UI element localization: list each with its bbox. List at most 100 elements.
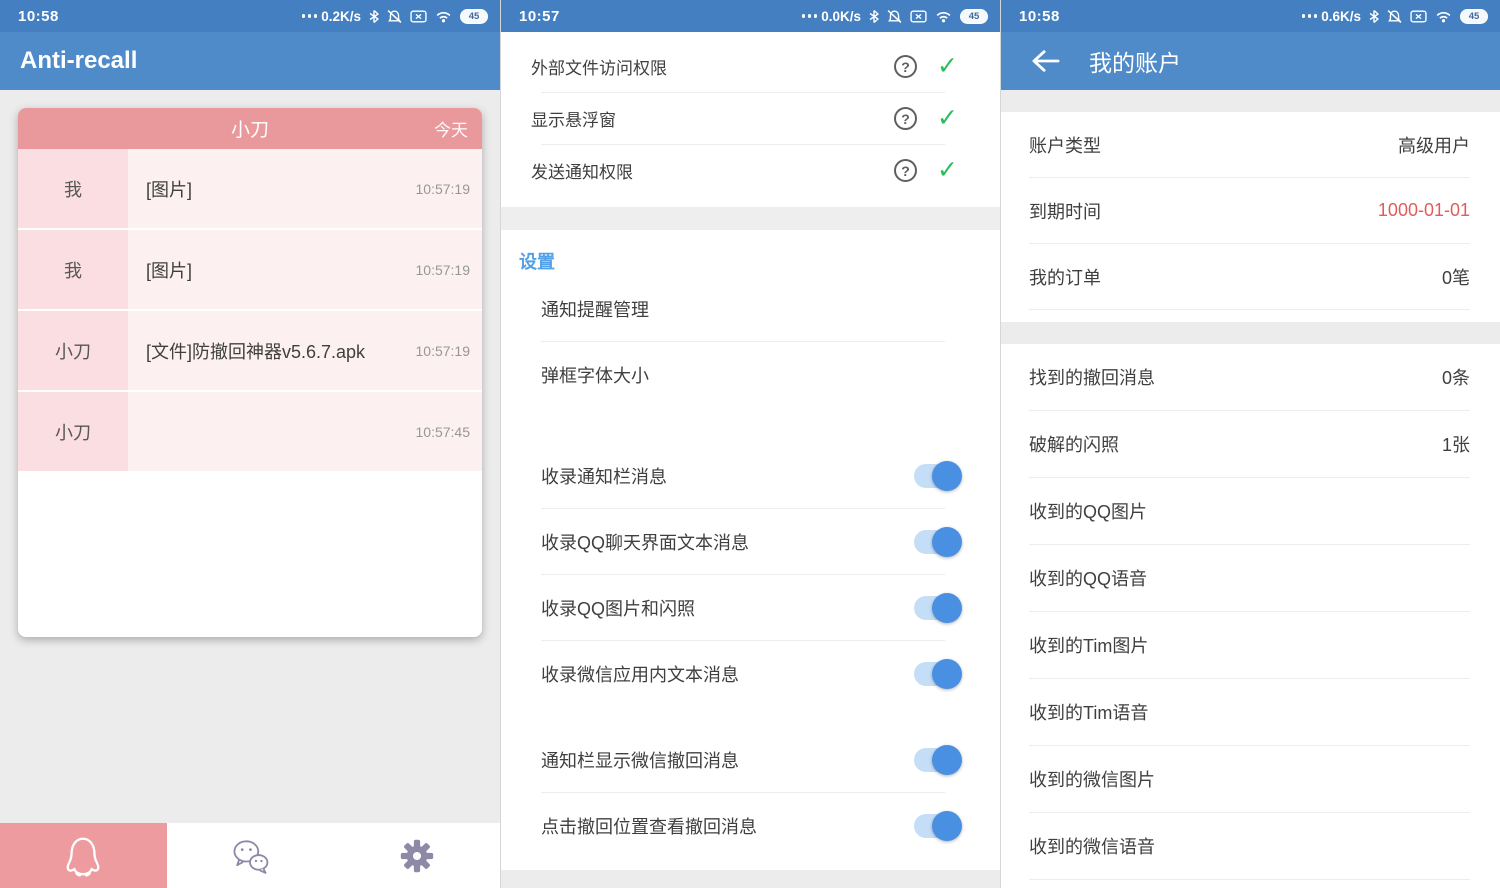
signal-dots-icon bbox=[1302, 14, 1318, 18]
message-sender: 我 bbox=[18, 149, 128, 228]
muted-bell-icon bbox=[387, 9, 402, 24]
battery-icon: 45 bbox=[960, 9, 988, 24]
message-body: [文件]防撤回神器v5.6.7.apk 10:57:19 bbox=[128, 311, 482, 390]
tab-qq[interactable] bbox=[0, 823, 167, 888]
toggle-label: 收录QQ聊天界面文本消息 bbox=[541, 529, 914, 555]
battery-icon: 45 bbox=[1460, 9, 1488, 24]
toggle-switch[interactable] bbox=[914, 530, 960, 554]
wifi-icon bbox=[935, 10, 952, 23]
wifi-icon bbox=[435, 10, 452, 23]
account-row[interactable]: 我的订单 0笔 bbox=[1001, 244, 1500, 309]
permission-label: 外部文件访问权限 bbox=[531, 54, 894, 79]
message-sender: 小刀 bbox=[18, 392, 128, 471]
toggle-knob bbox=[932, 461, 962, 491]
toggle-switch[interactable] bbox=[914, 748, 960, 772]
bottom-separator bbox=[501, 870, 1000, 888]
permission-label: 显示悬浮窗 bbox=[531, 106, 894, 131]
qq-penguin-icon bbox=[60, 833, 106, 879]
stat-row[interactable]: 破解的闪照 1张 bbox=[1001, 411, 1500, 477]
settings-link-popup-font-size[interactable]: 弹框字体大小 bbox=[501, 342, 1000, 407]
toggle-knob bbox=[932, 745, 962, 775]
date-label: 今天 bbox=[434, 108, 468, 149]
tab-settings[interactable] bbox=[333, 823, 500, 888]
no-sim-icon bbox=[1410, 10, 1427, 23]
toggle-switch[interactable] bbox=[914, 464, 960, 488]
message-sender: 小刀 bbox=[18, 311, 128, 390]
permission-row[interactable]: 外部文件访问权限 bbox=[501, 41, 1000, 92]
app-title: Anti-recall bbox=[20, 47, 137, 75]
message-row[interactable]: 小刀 10:57:45 bbox=[18, 392, 482, 473]
section-separator bbox=[1001, 322, 1500, 344]
toggle-row[interactable]: 点击撤回位置查看撤回消息 bbox=[501, 793, 1000, 858]
message-row[interactable]: 我 [图片] 10:57:19 bbox=[18, 230, 482, 311]
message-row[interactable]: 我 [图片] 10:57:19 bbox=[18, 149, 482, 230]
row-label: 破解的闪照 bbox=[1029, 431, 1442, 457]
toggle-knob bbox=[932, 659, 962, 689]
row-label: 收到的微信语音 bbox=[1029, 833, 1470, 859]
stat-row[interactable]: 收到的Tim图片 bbox=[1001, 612, 1500, 678]
permission-row[interactable]: 发送通知权限 bbox=[501, 145, 1000, 196]
row-label: 账户类型 bbox=[1029, 132, 1398, 158]
row-value: 高级用户 bbox=[1398, 132, 1470, 158]
row-label: 到期时间 bbox=[1029, 198, 1378, 224]
help-icon[interactable] bbox=[894, 55, 917, 78]
panel-account: 10:58 0.6K/s 45 我的账户 账户类型 高级用户 到期时间 1000… bbox=[1000, 0, 1500, 888]
bluetooth-icon bbox=[369, 9, 379, 24]
stat-row[interactable]: 收到的微信图片 bbox=[1001, 746, 1500, 812]
bluetooth-icon bbox=[869, 9, 879, 24]
chat-card-header: 小刀 今天 bbox=[18, 108, 482, 149]
settings-section-title: 设置 bbox=[519, 246, 1000, 276]
toggle-switch[interactable] bbox=[914, 596, 960, 620]
message-row[interactable]: 小刀 [文件]防撤回神器v5.6.7.apk 10:57:19 bbox=[18, 311, 482, 392]
settings-link-notification-manage[interactable]: 通知提醒管理 bbox=[501, 276, 1000, 341]
panel-settings: 10:57 0.0K/s 45 外部文件访问权限 显示悬浮窗 发送通知权限 bbox=[500, 0, 1000, 888]
help-icon[interactable] bbox=[894, 107, 917, 130]
message-time: 10:57:45 bbox=[416, 424, 471, 440]
battery-level: 45 bbox=[969, 11, 980, 22]
stat-row[interactable]: 收到的QQ图片 bbox=[1001, 478, 1500, 544]
toggle-row[interactable]: 收录微信应用内文本消息 bbox=[501, 641, 1000, 706]
toggle-switch[interactable] bbox=[914, 662, 960, 686]
stat-row[interactable]: 收到的微信语音 bbox=[1001, 813, 1500, 879]
toggle-knob bbox=[932, 811, 962, 841]
clock-time: 10:58 bbox=[1019, 8, 1060, 25]
wifi-icon bbox=[1435, 10, 1452, 23]
toggle-label: 收录QQ图片和闪照 bbox=[541, 595, 914, 621]
gear-icon bbox=[399, 838, 435, 874]
status-icons: 0.6K/s 45 bbox=[1302, 9, 1488, 24]
row-value: 1000-01-01 bbox=[1378, 200, 1470, 221]
toggle-switch[interactable] bbox=[914, 814, 960, 838]
toggle-label: 收录微信应用内文本消息 bbox=[541, 661, 914, 687]
toggle-row[interactable]: 收录通知栏消息 bbox=[501, 443, 1000, 508]
account-row[interactable]: 到期时间 1000-01-01 bbox=[1001, 178, 1500, 243]
header-separator bbox=[1001, 90, 1500, 112]
bottom-nav bbox=[0, 823, 500, 888]
permission-row[interactable]: 显示悬浮窗 bbox=[501, 93, 1000, 144]
settings-content: 外部文件访问权限 显示悬浮窗 发送通知权限 设置 通知提醒管理 弹框字体大小 收… bbox=[501, 32, 1000, 888]
back-arrow-icon[interactable] bbox=[1029, 44, 1063, 78]
help-icon[interactable] bbox=[894, 159, 917, 182]
message-time: 10:57:19 bbox=[416, 181, 471, 197]
row-value: 1张 bbox=[1442, 431, 1470, 457]
toggle-row[interactable]: 通知栏显示微信撤回消息 bbox=[501, 727, 1000, 792]
toggle-row[interactable]: 收录QQ聊天界面文本消息 bbox=[501, 509, 1000, 574]
check-icon bbox=[937, 54, 958, 79]
row-label: 找到的撤回消息 bbox=[1029, 364, 1442, 390]
stat-row[interactable]: 收到的QQ语音 bbox=[1001, 545, 1500, 611]
chat-card[interactable]: 小刀 今天 我 [图片] 10:57:19 我 [图片] 10:57:19 小刀 bbox=[18, 108, 482, 637]
status-bar: 10:57 0.0K/s 45 bbox=[501, 0, 1000, 32]
account-header-bar: 我的账户 bbox=[1001, 32, 1500, 90]
divider bbox=[1029, 309, 1470, 310]
signal-dots-icon bbox=[302, 14, 318, 18]
network-speed: 0.2K/s bbox=[321, 9, 361, 24]
status-bar: 10:58 0.2K/s 45 bbox=[0, 0, 500, 32]
account-row[interactable]: 账户类型 高级用户 bbox=[1001, 112, 1500, 177]
tab-wechat[interactable] bbox=[167, 823, 334, 888]
stat-row[interactable]: 收到的Tim语音 bbox=[1001, 679, 1500, 745]
row-label: 收到的QQ图片 bbox=[1029, 498, 1470, 524]
toggle-row[interactable]: 收录QQ图片和闪照 bbox=[501, 575, 1000, 640]
stat-row[interactable]: 找到的撤回消息 0条 bbox=[1001, 344, 1500, 410]
row-label: 收到的QQ语音 bbox=[1029, 565, 1470, 591]
message-content: [图片] bbox=[146, 257, 416, 283]
toggle-group: 通知栏显示微信撤回消息 点击撤回位置查看撤回消息 bbox=[501, 727, 1000, 858]
